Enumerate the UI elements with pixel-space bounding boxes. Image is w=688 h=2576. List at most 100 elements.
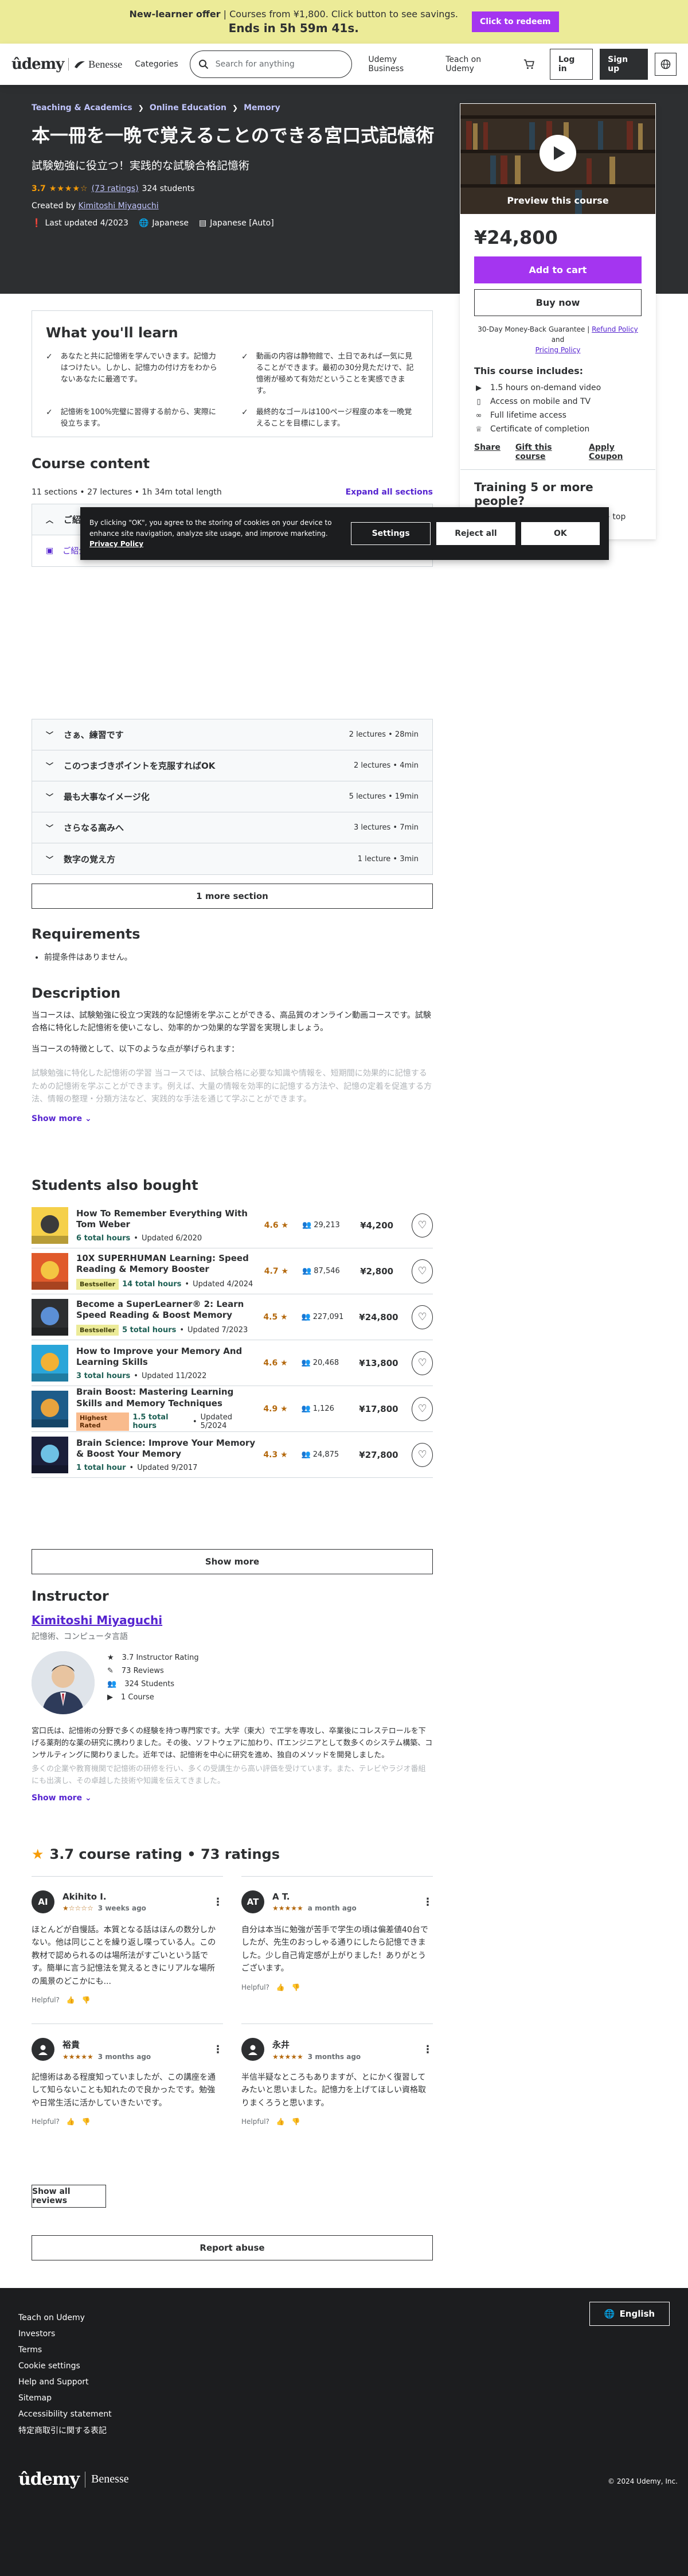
- signup-button[interactable]: Sign up: [600, 49, 648, 80]
- footer-link[interactable]: Cookie settings: [18, 2358, 112, 2374]
- course-row[interactable]: 10X SUPERHUMAN Learning: Speed Reading &…: [32, 1248, 433, 1294]
- banner-countdown: Ends in 5h 59m 41s.: [228, 21, 359, 35]
- instructor-name[interactable]: Kimitoshi Miyaguchi: [32, 1613, 433, 1627]
- review-date: 3 weeks ago: [97, 1904, 146, 1912]
- more-sections-button[interactable]: 1 more section: [32, 884, 433, 909]
- avatar[interactable]: [32, 1651, 95, 1714]
- footer-logo[interactable]: ûdemy Benesse: [18, 2469, 129, 2489]
- thumbs-up-icon[interactable]: 👍: [67, 2118, 75, 2126]
- cookie-ok-button[interactable]: OK: [521, 522, 600, 545]
- more-options-icon[interactable]: ⋮: [213, 2044, 223, 2056]
- udemy-business-link[interactable]: Udemy Business: [368, 55, 431, 73]
- show-all-reviews-button[interactable]: Show all reviews: [32, 2185, 106, 2208]
- curriculum-section[interactable]: ﹀ このつまづきポイントを克服すればOK 2 lectures • 4min: [32, 750, 432, 781]
- thumbs-down-icon[interactable]: 👎: [82, 2118, 91, 2126]
- review-card: 裕貴 ★★★★★ 3 months ago ⋮ 記憶術はある程度知っていましたが、この講…: [32, 2024, 223, 2171]
- course-updated: Updated 6/2020: [141, 1233, 202, 1243]
- curriculum-sections: ﹀ さぁ、練習です 2 lectures • 28min ﹀ このつまづきポイントを…: [32, 719, 433, 875]
- play-icon[interactable]: [540, 135, 576, 172]
- globe-icon: 🌐: [138, 219, 149, 228]
- teach-link[interactable]: Teach on Udemy: [445, 55, 508, 73]
- wishlist-heart-icon[interactable]: ♡: [412, 1305, 433, 1329]
- course-students: 24,875: [312, 1450, 339, 1459]
- thumbs-down-icon[interactable]: 👎: [292, 1983, 300, 1991]
- show-more-button[interactable]: Show more ⌄: [32, 1793, 92, 1803]
- cookie-settings-button[interactable]: Settings: [350, 522, 431, 545]
- breadcrumb-item[interactable]: Teaching & Academics: [32, 103, 132, 112]
- more-options-icon[interactable]: ⋮: [423, 2044, 433, 2056]
- review-card: 永井 ★★★★★ 3 months ago ⋮ 半信半疑なところもありますが、とにかく復…: [241, 2024, 433, 2171]
- language-button[interactable]: [655, 53, 677, 76]
- thumbs-up-icon[interactable]: 👍: [67, 1996, 75, 2004]
- list-item: ★ 3.7 Instructor Rating: [107, 1653, 199, 1662]
- thumbs-down-icon[interactable]: 👎: [292, 2118, 300, 2126]
- language-selector[interactable]: 🌐 English: [589, 2302, 670, 2326]
- course-updated: Updated 7/2023: [187, 1325, 248, 1334]
- expand-all-button[interactable]: Expand all sections: [346, 488, 433, 497]
- pricing-policy-link[interactable]: Pricing Policy: [535, 346, 581, 354]
- curriculum-section[interactable]: ﹀ 最も大事なイメージ化 5 lectures • 19min: [32, 781, 432, 812]
- breadcrumb-item[interactable]: Online Education: [150, 103, 226, 112]
- report-abuse-button[interactable]: Report abuse: [32, 2235, 433, 2260]
- curriculum-section[interactable]: ﹀ さぁ、練習です 2 lectures • 28min: [32, 719, 432, 750]
- course-title: Brain Science: Improve Your Memory & Boo…: [76, 1437, 256, 1460]
- list-item: ✎ 73 Reviews: [107, 1667, 164, 1675]
- course-row[interactable]: Brain Boost: Mastering Learning Skills a…: [32, 1386, 433, 1432]
- apply-coupon-button[interactable]: Apply Coupon: [589, 443, 642, 461]
- course-row[interactable]: Become a SuperLearner® 2: Learn Speed Re…: [32, 1294, 433, 1340]
- udemy-logo[interactable]: ûdemy Benesse: [11, 56, 122, 73]
- curriculum-section[interactable]: ﹀ さらなる高みへ 3 lectures • 7min: [32, 812, 432, 843]
- course-row[interactable]: How To Remember Everything With Tom Webe…: [32, 1203, 433, 1248]
- mobile-icon: ▯: [476, 397, 481, 406]
- gift-button[interactable]: Gift this course: [515, 443, 574, 461]
- includes-list: ▶ 1.5 hours on-demand video ▯ Access on mo…: [474, 381, 642, 436]
- share-button[interactable]: Share: [474, 443, 501, 461]
- review-stars-icon: ★★★★★: [272, 2052, 303, 2061]
- show-more-button[interactable]: Show more ⌄: [32, 1114, 92, 1123]
- refund-policy-link[interactable]: Refund Policy: [592, 325, 638, 333]
- course-preview[interactable]: Preview this course: [460, 104, 655, 214]
- buy-now-button[interactable]: Buy now: [474, 289, 642, 316]
- ratings-link[interactable]: (73 ratings): [92, 184, 139, 193]
- more-options-icon[interactable]: ⋮: [213, 1896, 223, 1908]
- curriculum-section[interactable]: ﹀ 数字の覚え方 1 lecture • 3min: [32, 843, 432, 874]
- promo-banner: New-learner offer | Courses from ¥1,800.…: [0, 0, 688, 44]
- redeem-button[interactable]: Click to redeem: [471, 11, 559, 32]
- show-more-courses-button[interactable]: Show more: [32, 1549, 433, 1574]
- wishlist-heart-icon[interactable]: ♡: [412, 1351, 433, 1375]
- add-to-cart-button[interactable]: Add to cart: [474, 256, 642, 283]
- course-row[interactable]: Brain Science: Improve Your Memory & Boo…: [32, 1432, 433, 1478]
- breadcrumb-item[interactable]: Memory: [244, 103, 280, 112]
- review-text: ほとんどが自慢話。本質となる話はほんの数分しかない。他は同じことを繰り返し喋って…: [32, 1925, 216, 1986]
- thumbs-up-icon[interactable]: 👍: [276, 1983, 285, 1991]
- list-item: 👥 324 Students: [107, 1680, 175, 1688]
- thumbs-down-icon[interactable]: 👎: [82, 1996, 91, 2004]
- more-options-icon[interactable]: ⋮: [423, 1896, 433, 1908]
- footer-link[interactable]: Accessibility statement: [18, 2406, 112, 2422]
- star-icon: ★: [107, 1653, 114, 1662]
- privacy-policy-link[interactable]: Privacy Policy: [89, 540, 143, 548]
- course-thumbnail: [32, 1298, 68, 1336]
- description-paragraph: 当コースは、試験勉強に役立つ実践的な記憶術を学ぶことができる、高品質のオンライン…: [32, 1011, 431, 1033]
- wishlist-heart-icon[interactable]: ♡: [412, 1396, 433, 1421]
- course-students: 227,091: [312, 1313, 344, 1321]
- author-link[interactable]: Kimitoshi Miyaguchi: [78, 201, 158, 211]
- reject-all-button[interactable]: Reject all: [436, 522, 515, 545]
- wishlist-heart-icon[interactable]: ♡: [412, 1442, 433, 1467]
- thumbs-up-icon[interactable]: 👍: [276, 2118, 285, 2126]
- course-row[interactable]: How to Improve your Memory And Learning …: [32, 1340, 433, 1386]
- students-also-bought: Students also bought How To Remember Eve…: [32, 1177, 433, 1478]
- footer-link[interactable]: Help and Support: [18, 2374, 112, 2390]
- cart-icon[interactable]: [523, 58, 535, 71]
- footer-link[interactable]: Investors: [18, 2326, 112, 2342]
- footer-link[interactable]: 特定商取引に関する表記: [18, 2422, 112, 2438]
- footer-link[interactable]: Teach on Udemy: [18, 2310, 112, 2326]
- categories-menu[interactable]: Categories: [135, 60, 178, 69]
- wishlist-heart-icon[interactable]: ♡: [412, 1213, 433, 1238]
- footer-link[interactable]: Sitemap: [18, 2390, 112, 2406]
- login-button[interactable]: Log in: [549, 49, 593, 80]
- wishlist-heart-icon[interactable]: ♡: [412, 1259, 433, 1283]
- footer-link[interactable]: Terms: [18, 2342, 112, 2358]
- infinity-icon: ∞: [475, 411, 482, 420]
- search-input[interactable]: Search for anything: [189, 50, 353, 78]
